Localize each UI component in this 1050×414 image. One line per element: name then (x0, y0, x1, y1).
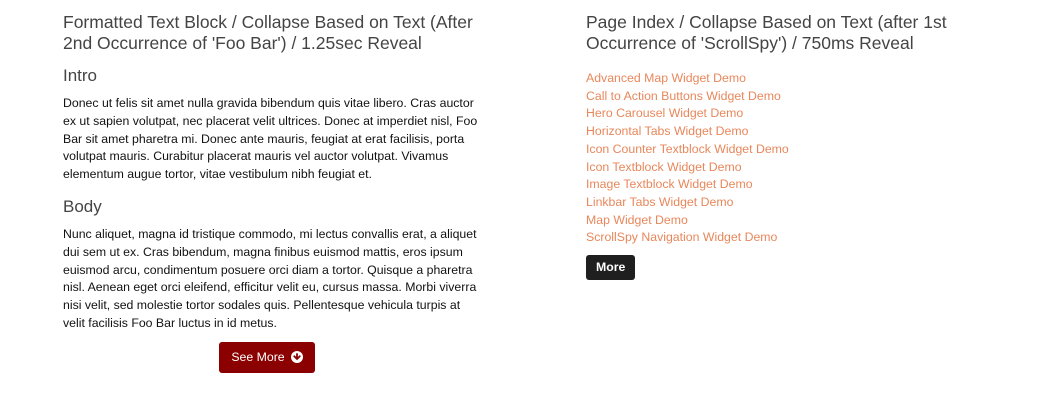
list-item: Icon Textblock Widget Demo (586, 159, 1006, 177)
see-more-button[interactable]: See More (219, 341, 315, 373)
intro-heading: Intro (63, 66, 98, 85)
index-link-hero-carousel[interactable]: Hero Carousel Widget Demo (586, 106, 743, 120)
index-link-horizontal-tabs[interactable]: Horizontal Tabs Widget Demo (586, 124, 748, 138)
body-paragraph: Nunc aliquet, magna id tristique commodo… (63, 226, 477, 330)
list-item: Hero Carousel Widget Demo (586, 105, 1006, 123)
index-link-icon-counter-textblock[interactable]: Icon Counter Textblock Widget Demo (586, 142, 789, 156)
list-item: Icon Counter Textblock Widget Demo (586, 141, 1006, 159)
list-item: ScrollSpy Navigation Widget Demo (586, 229, 1006, 247)
list-item: Call to Action Buttons Widget Demo (586, 88, 1006, 106)
index-link-icon-textblock[interactable]: Icon Textblock Widget Demo (586, 160, 742, 174)
list-item: Advanced Map Widget Demo (586, 70, 1006, 88)
page-index-block: Page Index / Collapse Based on Text (aft… (586, 12, 1006, 281)
index-link-advanced-map[interactable]: Advanced Map Widget Demo (586, 71, 746, 85)
formatted-text-block-title: Formatted Text Block / Collapse Based on… (63, 12, 473, 53)
page: Formatted Text Block / Collapse Based on… (0, 0, 1050, 414)
intro-paragraph: Donec ut felis sit amet nulla gravida bi… (63, 96, 478, 182)
index-link-image-textblock[interactable]: Image Textblock Widget Demo (586, 177, 753, 191)
see-more-container: See More (63, 341, 471, 373)
list-item: Linkbar Tabs Widget Demo (586, 194, 1006, 212)
formatted-text-block: Formatted Text Block / Collapse Based on… (63, 12, 483, 373)
index-link-linkbar-tabs[interactable]: Linkbar Tabs Widget Demo (586, 195, 733, 209)
page-index-title: Page Index / Collapse Based on Text (aft… (586, 12, 947, 53)
circle-chevron-down-icon (290, 351, 303, 364)
page-index-list: Advanced Map Widget Demo Call to Action … (586, 70, 1006, 247)
list-item: Horizontal Tabs Widget Demo (586, 123, 1006, 141)
body-heading: Body (63, 196, 102, 216)
index-link-scrollspy-navigation[interactable]: ScrollSpy Navigation Widget Demo (586, 230, 777, 244)
see-more-label: See More (231, 350, 285, 365)
more-button[interactable]: More (586, 255, 636, 281)
list-item: Image Textblock Widget Demo (586, 176, 1006, 194)
index-link-map-widget[interactable]: Map Widget Demo (586, 213, 688, 227)
list-item: Map Widget Demo (586, 212, 1006, 230)
index-link-call-to-action[interactable]: Call to Action Buttons Widget Demo (586, 89, 781, 103)
